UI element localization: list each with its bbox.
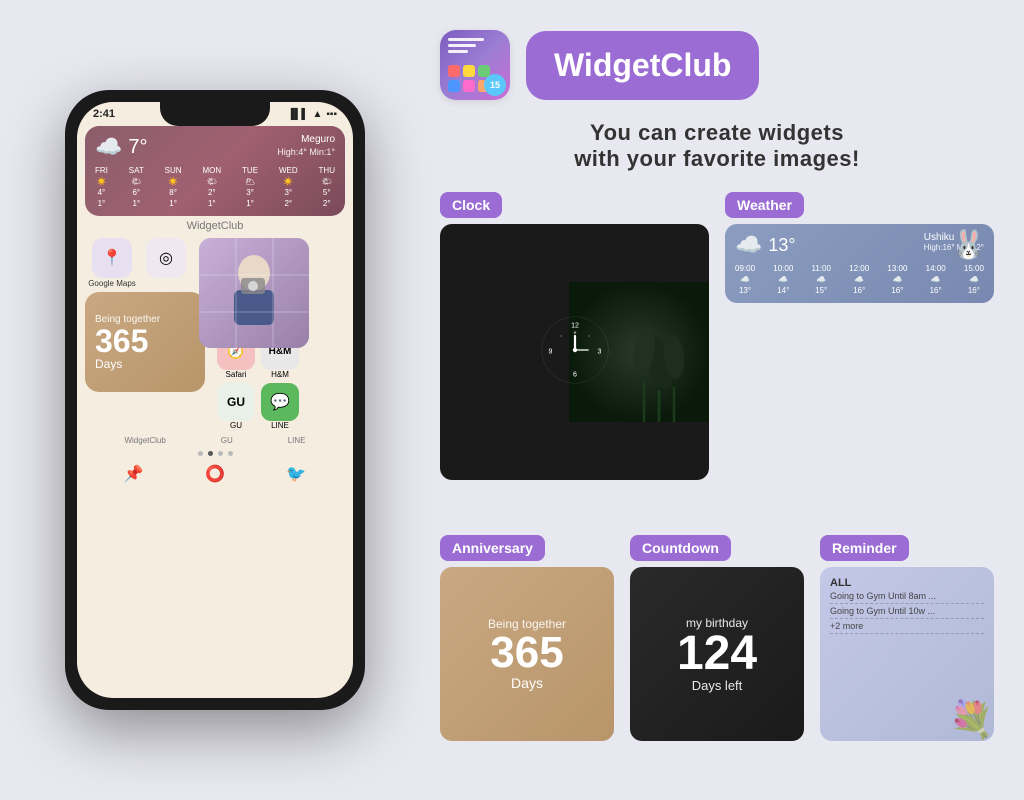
reminder-item-1: Going to Gym Until 8am ... xyxy=(830,589,984,604)
weather-widget-preview[interactable]: ☁️ 13° Ushiku High:16° Min:12° 🐰 09:00☁️… xyxy=(725,224,994,303)
countdown-category: Countdown my birthday 124 Days left xyxy=(630,535,804,780)
app-item-maps[interactable]: 📍 Google Maps xyxy=(87,238,137,288)
brand-pill: WidgetClub xyxy=(526,31,759,100)
countdown-title: my birthday xyxy=(686,616,748,630)
clock-widget-preview[interactable]: 12 3 6 9 xyxy=(440,224,709,480)
phone-weather-range: High:4° Min:1° xyxy=(277,147,335,157)
photo-placeholder xyxy=(199,238,309,348)
right-panel: 15 WidgetClub You can create widgets wit… xyxy=(430,0,1024,800)
anniv-days: Days xyxy=(511,675,543,691)
line-icon[interactable]: 💬 xyxy=(261,383,299,421)
anniversary-widget-preview[interactable]: Being together 365 Days xyxy=(440,567,614,741)
svg-text:12: 12 xyxy=(571,322,579,329)
tagline: You can create widgets with your favorit… xyxy=(440,120,994,172)
reminder-category: Reminder ALL Going to Gym Until 8am ... … xyxy=(820,535,994,780)
clock-face: 12 3 6 9 xyxy=(540,315,610,390)
phone-anniv-being: Being together xyxy=(95,314,195,325)
dot-3 xyxy=(218,451,223,456)
tagline-line1: You can create widgets xyxy=(440,120,994,146)
weather-preview-temp: 13° xyxy=(768,235,795,256)
phone-weather-location: Meguro xyxy=(277,134,335,145)
line-label: LINE xyxy=(271,421,289,430)
status-time: 2:41 xyxy=(93,108,115,120)
reminder-label: Reminder xyxy=(820,535,909,561)
svg-text:9: 9 xyxy=(548,348,552,355)
logo-badge: 15 xyxy=(484,74,506,96)
status-icons: ▐▌▌ ▲ ▪▪▪ xyxy=(287,109,337,120)
maps-label: Google Maps xyxy=(88,279,136,288)
reminder-flowers-icon: 💐 xyxy=(949,699,994,741)
clock-label: Clock xyxy=(440,192,502,218)
dot-4 xyxy=(228,451,233,456)
phone-screen: 2:41 ▐▌▌ ▲ ▪▪▪ ☁️ 7° Meguro High:4° Min: xyxy=(77,102,353,698)
phone-frame: 2:41 ▐▌▌ ▲ ▪▪▪ ☁️ 7° Meguro High:4° Min: xyxy=(65,90,365,710)
clock-category: Clock xyxy=(440,192,709,519)
phone-weather-days: FRI☀️4°1° SAT🌤6°1° SUN☀️8°1° MON🌤2°1° TU… xyxy=(95,166,335,208)
wifi-app-icon: ◎ xyxy=(146,238,186,278)
weather-label: Weather xyxy=(725,192,804,218)
weather-cloud-icon: ☁️ xyxy=(735,232,762,258)
countdown-widget-preview[interactable]: my birthday 124 Days left xyxy=(630,567,804,741)
svg-text:6: 6 xyxy=(573,371,577,378)
bottom-icon-2[interactable]: ⭕ xyxy=(205,464,225,484)
phone-weather-temp: 7° xyxy=(128,136,147,159)
left-panel: 2:41 ▐▌▌ ▲ ▪▪▪ ☁️ 7° Meguro High:4° Min: xyxy=(0,0,430,800)
hm-label: H&M xyxy=(271,370,289,379)
countdown-number: 124 xyxy=(677,630,757,678)
svg-text:3: 3 xyxy=(597,348,601,355)
brand-name: WidgetClub xyxy=(554,47,731,84)
line-bottom-label: LINE xyxy=(288,436,306,445)
bunny-icon: 🐰 xyxy=(951,228,986,261)
header-section: 15 WidgetClub xyxy=(440,30,994,100)
signal-icon: ▐▌▌ xyxy=(287,109,308,120)
anniversary-label: Anniversary xyxy=(440,535,545,561)
battery-icon: ▪▪▪ xyxy=(326,109,337,120)
phone-cloud-icon: ☁️ xyxy=(95,134,122,160)
safari-label: Safari xyxy=(226,370,247,379)
anniv-being-together: Being together xyxy=(488,617,566,631)
wifi-app-icon-symbol: ◎ xyxy=(159,248,173,268)
phone-anniversary-widget[interactable]: Being together 365 Days xyxy=(85,292,205,392)
wifi-icon: ▲ xyxy=(312,109,322,120)
reminder-all: ALL xyxy=(830,577,984,589)
page-dots xyxy=(77,451,353,456)
bottom-icon-1[interactable]: 📌 xyxy=(124,464,144,484)
weather-hours: 09:00☁️13° 10:00☁️14° 11:00☁️15° 12:00☁️… xyxy=(735,264,984,295)
app-logo[interactable]: 15 xyxy=(440,30,510,100)
reminder-item-3: +2 more xyxy=(830,619,984,634)
gu-bottom-label: GU xyxy=(221,436,233,445)
gu-icon[interactable]: GU xyxy=(217,383,255,421)
widgetclub-bottom-label: WidgetClub xyxy=(124,436,165,445)
dot-1 xyxy=(198,451,203,456)
maps-app-icon: 📍 xyxy=(92,238,132,278)
anniv-number: 365 xyxy=(490,631,563,675)
bottom-icon-3[interactable]: 🐦 xyxy=(286,464,306,484)
countdown-label: Countdown xyxy=(630,535,731,561)
app-item-wifi[interactable]: ◎ xyxy=(141,238,191,278)
phone-weather-widget[interactable]: ☁️ 7° Meguro High:4° Min:1° FRI☀️4°1° SA… xyxy=(85,126,345,216)
anniversary-category: Anniversary Being together 365 Days xyxy=(440,535,614,780)
widget-club-screen-label: WidgetClub xyxy=(77,220,353,232)
photo-widget[interactable] xyxy=(199,238,309,348)
phone-notch xyxy=(160,102,270,126)
tagline-line2: with your favorite images! xyxy=(440,146,994,172)
maps-icon: 📍 xyxy=(102,248,122,268)
countdown-days-left: Days left xyxy=(692,678,743,693)
dot-2 xyxy=(208,451,213,456)
phone-anniv-number: 365 xyxy=(95,325,195,357)
phone-anniv-days: Days xyxy=(95,357,195,371)
gu-label: GU xyxy=(230,421,242,430)
weather-category: Weather ☁️ 13° Ushiku High:16° Min:12° 🐰 xyxy=(725,192,994,519)
reminder-item-2: Going to Gym Until 10w ... xyxy=(830,604,984,619)
reminder-widget-preview[interactable]: ALL Going to Gym Until 8am ... Going to … xyxy=(820,567,994,741)
